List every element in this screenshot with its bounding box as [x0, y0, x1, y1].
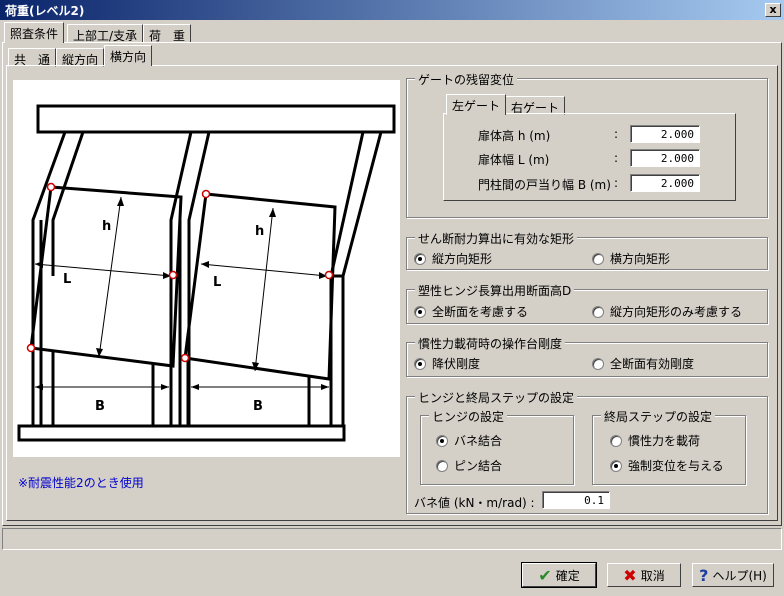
status-bar — [2, 528, 782, 550]
hinge-point — [26, 343, 36, 353]
step-option-inertia[interactable]: 慣性力を載荷 — [610, 432, 700, 449]
gate-diagram: h h L L B B — [13, 80, 400, 457]
title-bar: 荷重(レベル2) x — [0, 0, 784, 20]
option-label: 縦方向矩形 — [432, 252, 493, 266]
colon: : — [614, 151, 619, 165]
right-l-label: L — [213, 275, 221, 290]
window-title: 荷重(レベル2) — [5, 4, 85, 18]
shear-option-transverse[interactable]: 横方向矩形 — [592, 250, 670, 267]
tab-load[interactable]: 荷 重 — [143, 24, 192, 43]
inertia-option-yield[interactable]: 降伏剛度 — [414, 355, 480, 372]
option-label: 横方向矩形 — [610, 252, 671, 266]
left-b-label: B — [95, 399, 105, 414]
ok-label: 確定 — [555, 568, 580, 583]
colon: : — [614, 176, 619, 190]
ok-button[interactable]: ✔ 確定 — [521, 562, 597, 588]
hinge-point — [180, 353, 190, 363]
shear-option-longitudinal[interactable]: 縦方向矩形 — [414, 250, 492, 267]
hinge-setting-title: ヒンジの設定 — [429, 408, 508, 425]
option-label: ピン結合 — [454, 459, 503, 473]
plastic-option-full-section[interactable]: 全断面を考慮する — [414, 303, 528, 320]
tab-left-gate[interactable]: 左ゲート — [446, 94, 507, 115]
inertia-option-full-effective[interactable]: 全断面有効剛度 — [592, 355, 694, 372]
hinge-step-title: ヒンジと終局ステップの設定 — [415, 389, 578, 406]
option-label: 全断面を考慮する — [432, 305, 529, 319]
hinge-point — [324, 270, 334, 280]
step-setting-title: 終局ステップの設定 — [601, 408, 716, 425]
option-label: 全断面有効剛度 — [610, 357, 695, 371]
gate-height-label: 扉体高 h (m) — [478, 129, 551, 143]
tab-check-conditions[interactable]: 照査条件 — [4, 22, 65, 43]
tab-superstructure[interactable]: 上部工/支承 — [67, 24, 144, 43]
radio-selected-icon — [436, 434, 448, 447]
gate-height-field[interactable]: 2.000 — [630, 125, 700, 143]
pier-width-field[interactable]: 2.000 — [630, 174, 700, 192]
left-l-label: L — [63, 272, 71, 287]
note-text: ※耐震性能2のとき使用 — [18, 476, 144, 490]
question-icon: ? — [699, 565, 709, 585]
radio-icon — [592, 252, 604, 265]
radio-selected-icon — [414, 252, 426, 265]
plastic-option-longitudinal-only[interactable]: 縦方向矩形のみ考慮する — [592, 303, 742, 320]
step-setting-group: 終局ステップの設定 — [592, 408, 746, 485]
check-icon: ✔ — [538, 565, 552, 585]
help-button[interactable]: ? ヘルプ(H) — [692, 563, 774, 587]
hinge-point — [46, 182, 56, 192]
inertia-stiffness-title: 慣性力載荷時の操作台剛度 — [415, 335, 566, 352]
option-label: 降伏剛度 — [432, 357, 481, 371]
right-h-label: h — [255, 224, 264, 239]
hinge-point — [201, 189, 211, 199]
option-label: 縦方向矩形のみ考慮する — [610, 305, 743, 319]
option-label: バネ結合 — [454, 434, 503, 448]
radio-selected-icon — [610, 459, 622, 472]
spring-value-field[interactable]: 0.1 — [542, 491, 610, 509]
hinge-point — [168, 270, 178, 280]
colon: : — [614, 127, 619, 141]
hinge-setting-group: ヒンジの設定 — [420, 408, 574, 485]
option-label: 強制変位を与える — [628, 459, 724, 473]
spring-value-label: バネ値 (kN・m/rad) : — [414, 496, 535, 510]
x-icon: ✖ — [623, 565, 637, 585]
gate-width-field[interactable]: 2.000 — [630, 149, 700, 167]
cancel-button[interactable]: ✖ 取消 — [607, 563, 681, 587]
radio-icon — [592, 305, 604, 318]
radio-selected-icon — [414, 305, 426, 318]
radio-icon — [610, 434, 622, 447]
shear-rect-title: せん断耐力算出に有効な矩形 — [415, 230, 578, 247]
right-b-label: B — [253, 399, 263, 414]
step-option-forced-displacement[interactable]: 強制変位を与える — [610, 457, 724, 474]
gate-residual-title: ゲートの残留変位 — [415, 71, 518, 88]
gate-width-label: 扉体幅 L (m) — [478, 153, 550, 167]
tab-transverse[interactable]: 横方向 — [104, 45, 153, 66]
option-label: 慣性力を載荷 — [628, 434, 701, 448]
pier-width-label: 門柱間の戸当り幅 B (m) — [478, 178, 611, 192]
help-label: ヘルプ(H) — [712, 568, 767, 583]
plastic-hinge-title: 塑性ヒンジ長算出用断面高D — [415, 282, 575, 299]
left-h-label: h — [102, 219, 111, 234]
radio-icon — [436, 459, 448, 472]
hinge-option-spring[interactable]: バネ結合 — [436, 432, 502, 449]
hinge-option-pin[interactable]: ピン結合 — [436, 457, 502, 474]
radio-selected-icon — [414, 357, 426, 370]
cancel-label: 取消 — [640, 568, 665, 583]
radio-icon — [592, 357, 604, 370]
close-button[interactable]: x — [765, 3, 781, 17]
